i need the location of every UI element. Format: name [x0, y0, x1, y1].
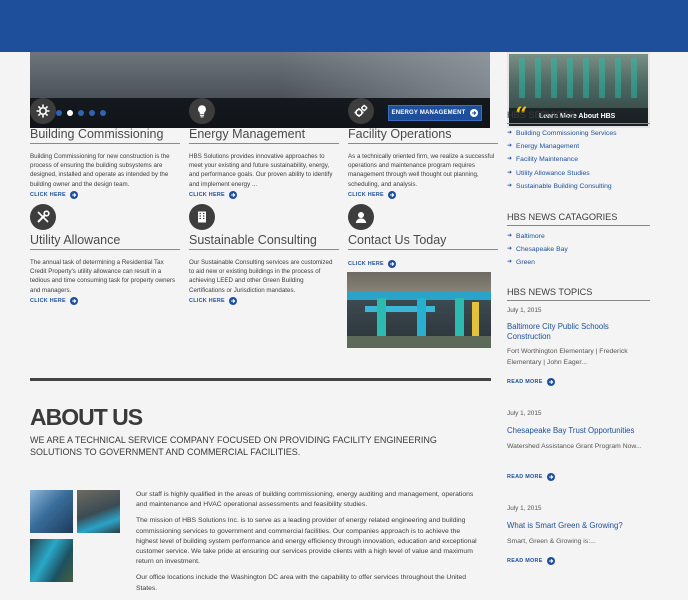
sidebar-service-link[interactable]: ➜ Utility Allowance Studies	[507, 167, 650, 180]
wrench-screwdriver-icon	[30, 204, 56, 230]
building-icon	[189, 204, 215, 230]
arrow-right-icon	[69, 296, 78, 305]
news-title-link[interactable]: Chesapeake Bay Trust Opportunities	[507, 426, 650, 436]
read-more-label: READ MORE	[507, 379, 543, 385]
promo-image-pipes	[519, 58, 639, 98]
about-subtitle: WE ARE A TECHNICAL SERVICE COMPANY FOCUS…	[30, 435, 437, 457]
page-body: ENERGY MANAGEMENT “ Learn More About HBS…	[0, 52, 688, 600]
click-here-link[interactable]: CLICK HERE	[189, 296, 339, 305]
click-here-label: CLICK HERE	[348, 191, 384, 198]
arrow-right-icon	[546, 557, 555, 565]
mechanical-room-photo	[347, 272, 491, 348]
arrow-right-icon	[387, 260, 396, 268]
about-paragraph: Our staff is highly qualified in the are…	[136, 491, 474, 509]
service-sustainable-consulting: Sustainable Consulting Our Sustainable C…	[189, 204, 339, 305]
read-more-link[interactable]: READ MORE	[507, 378, 555, 386]
news-date: July 1, 2015	[507, 307, 542, 314]
arrow-right-icon: ➜	[507, 130, 513, 136]
sidebar-service-link[interactable]: ➜ Sustainable Building Consulting	[507, 180, 650, 193]
arrow-right-icon: ➜	[507, 156, 513, 163]
news-excerpt: Fort Worthington Elementary | Frederick …	[507, 348, 628, 366]
service-contact-us: Contact Us Today CLICK HERE	[348, 204, 498, 268]
about-thumbnail	[30, 539, 73, 582]
news-title-link[interactable]: What is Smart Green & Growing?	[507, 521, 650, 531]
arrow-right-icon: ➜	[507, 169, 513, 176]
click-here-label: CLICK HERE	[189, 191, 225, 198]
service-description: The annual task of determining a Residen…	[30, 259, 176, 294]
service-energy-management: Energy Management HBS Solutions provides…	[189, 98, 339, 199]
sidebar-categories-heading: HBS NEWS CATAGORIES	[507, 212, 650, 226]
service-title-link[interactable]: Utility Allowance	[30, 233, 180, 250]
arrow-right-icon	[546, 378, 555, 386]
click-here-link[interactable]: CLICK HERE	[30, 296, 180, 305]
service-description: Our Sustainable Consulting services are …	[189, 259, 333, 294]
cogs-icon	[348, 98, 374, 124]
news-date: July 1, 2015	[507, 505, 542, 512]
sidebar-service-link[interactable]: ➜ Energy Management	[507, 140, 650, 153]
click-here-link[interactable]: CLICK HERE	[30, 190, 180, 199]
about-paragraph: The mission of HBS Solutions Inc. is to …	[136, 517, 477, 566]
service-title-link[interactable]: Sustainable Consulting	[189, 233, 339, 250]
lightbulb-icon	[189, 98, 215, 124]
news-date: July 1, 2015	[507, 410, 542, 417]
arrow-right-icon	[546, 473, 555, 481]
user-icon	[348, 204, 374, 230]
click-here-label: CLICK HERE	[30, 191, 66, 198]
service-title-link[interactable]: Contact Us Today	[348, 233, 498, 250]
service-utility-allowance: Utility Allowance The annual task of det…	[30, 204, 180, 305]
arrow-right-icon: ➜	[507, 246, 513, 253]
read-more-label: READ MORE	[507, 558, 543, 564]
news-title-link[interactable]: Baltimore City Public Schools Constructi…	[507, 322, 650, 342]
sidebar-category-link[interactable]: ➜ Chesapeake Bay	[507, 243, 650, 256]
about-body: Our staff is highly qualified in the are…	[136, 490, 482, 600]
click-here-link[interactable]: CLICK HERE	[348, 190, 498, 199]
click-here-label: CLICK HERE	[348, 261, 384, 267]
read-more-link[interactable]: READ MORE	[507, 473, 555, 481]
service-description: HBS Solutions provides innovative approa…	[189, 153, 333, 188]
click-here-label: CLICK HERE	[30, 297, 66, 304]
read-more-link[interactable]: READ MORE	[507, 557, 555, 565]
read-more-label: READ MORE	[507, 474, 543, 480]
service-title-link[interactable]: Facility Operations	[348, 127, 498, 144]
about-title: ABOUT US	[30, 404, 143, 430]
arrow-right-icon	[228, 190, 237, 199]
service-facility-operations: Facility Operations As a technically ori…	[348, 98, 498, 199]
arrow-right-icon: ➜	[507, 233, 513, 239]
about-paragraph: Our office locations include the Washing…	[136, 574, 467, 592]
arrow-right-icon: ➜	[507, 259, 513, 266]
service-description: As a technically oriented firm, we reali…	[348, 153, 495, 188]
news-excerpt: Smart, Green & Growing is:...	[507, 538, 596, 545]
sidebar-service-link[interactable]: ➜ Building Commissioning Services	[507, 127, 650, 140]
arrow-right-icon: ➜	[507, 182, 513, 189]
service-building-commissioning: Building Commissioning Building Commissi…	[30, 98, 180, 199]
click-here-label: CLICK HERE	[189, 297, 225, 304]
section-divider	[30, 378, 491, 381]
arrow-right-icon	[69, 190, 78, 199]
click-here-link[interactable]: CLICK HERE	[189, 190, 339, 199]
slider-image-highlight	[280, 52, 490, 98]
sidebar-category-link[interactable]: ➜ Green	[507, 256, 650, 269]
arrow-right-icon	[387, 190, 396, 199]
header-band	[0, 0, 688, 52]
sidebar-topics-heading: HBS NEWS TOPICS	[507, 287, 650, 301]
click-here-link[interactable]: CLICK HERE	[348, 260, 498, 268]
arrow-right-icon: ➜	[507, 143, 513, 150]
sidebar-category-link[interactable]: ➜ Baltimore	[507, 230, 650, 243]
service-title-link[interactable]: Energy Management	[189, 127, 339, 144]
arrow-right-icon	[228, 296, 237, 305]
service-description: Building Commissioning for new construct…	[30, 153, 170, 188]
about-thumbnail	[30, 490, 73, 533]
sidebar-services-heading: HBS SERVICES	[507, 110, 650, 124]
about-thumbnail	[77, 490, 120, 533]
service-title-link[interactable]: Building Commissioning	[30, 127, 180, 144]
sidebar-service-link[interactable]: ➜ Facility Maintenance	[507, 153, 650, 166]
sidebar-services-list: ➜ Building Commissioning Services ➜ Energy…	[507, 127, 650, 193]
news-excerpt: Watershed Assistance Grant Program Now..…	[507, 443, 642, 450]
gear-tools-icon	[30, 98, 56, 124]
sidebar-categories-list: ➜ Baltimore ➜ Chesapeake Bay ➜ Green	[507, 230, 650, 270]
